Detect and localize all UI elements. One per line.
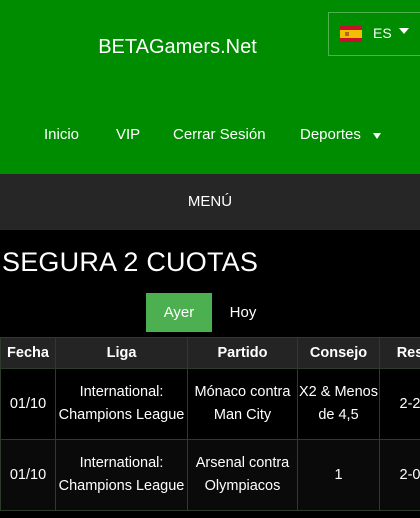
column-header-partido: Partido xyxy=(187,337,298,369)
site-header: BETAGamers.Net ES Inicio VIP Cerrar Sesi… xyxy=(0,0,420,174)
spain-flag-icon xyxy=(340,26,362,42)
cell-consejo: 1 xyxy=(297,439,380,511)
cell-partido: Mónaco contra Man City xyxy=(187,368,298,440)
table-row: 01/10 International: Champions League Mó… xyxy=(0,368,420,440)
cell-res: 2-2 xyxy=(379,368,420,440)
column-header-liga: Liga xyxy=(55,337,188,369)
column-header-consejo: Consejo xyxy=(297,337,380,369)
nav-cerrar-sesion[interactable]: Cerrar Sesión xyxy=(173,126,266,143)
cell-consejo: X2 & Menos de 4,5 xyxy=(297,368,380,440)
column-header-fecha: Fecha xyxy=(0,337,56,369)
caret-down-icon xyxy=(373,133,381,139)
nav-vip[interactable]: VIP xyxy=(116,126,140,143)
cell-liga: International: Champions League xyxy=(55,368,188,440)
cell-liga: International: Champions League xyxy=(55,439,188,511)
chevron-down-icon xyxy=(399,28,409,34)
table-row: 01/10 International: Champions League Ar… xyxy=(0,439,420,511)
language-code: ES xyxy=(373,25,392,41)
page-title: SEGURA 2 CUOTAS xyxy=(2,247,259,277)
main-nav: Inicio VIP Cerrar Sesión Deportes xyxy=(0,126,420,146)
nav-deportes[interactable]: Deportes xyxy=(300,126,361,143)
column-header-res: Res xyxy=(379,337,420,369)
cell-partido: Arsenal contra Olympiacos xyxy=(187,439,298,511)
brand-logo[interactable]: BETAGamers.Net xyxy=(0,36,355,59)
menu-toggle[interactable]: MENÚ xyxy=(0,174,420,230)
language-selector[interactable]: ES xyxy=(328,12,420,56)
cell-fecha: 01/10 xyxy=(0,439,56,511)
tab-ayer[interactable]: Ayer xyxy=(146,293,212,332)
nav-inicio[interactable]: Inicio xyxy=(44,126,79,143)
cell-res: 2-0 xyxy=(379,439,420,511)
table-header-row: Fecha Liga Partido Consejo Res xyxy=(0,337,420,369)
cell-fecha: 01/10 xyxy=(0,368,56,440)
tab-hoy[interactable]: Hoy xyxy=(214,293,272,332)
picks-table: Fecha Liga Partido Consejo Res 01/10 Int… xyxy=(0,337,420,511)
